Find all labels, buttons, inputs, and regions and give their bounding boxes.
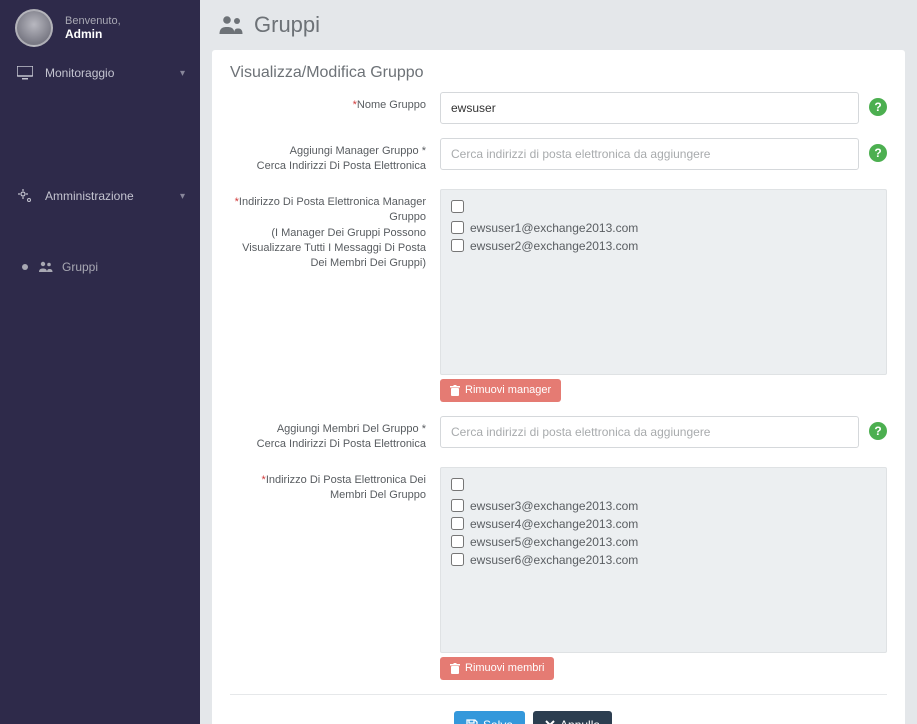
cancel-button[interactable]: Annulla [533, 711, 612, 724]
page-header: Gruppi [200, 0, 917, 44]
button-label: Rimuovi membri [465, 662, 544, 675]
list-item[interactable]: ewsuser5@exchange2013.com [451, 533, 876, 551]
row-member-list: *Indirizzo Di Posta Elettronica Dei Memb… [230, 467, 887, 680]
nav-spacer [0, 214, 200, 250]
bullet-icon [22, 264, 28, 270]
label-subtext: (I Manager Dei Gruppi Possono Visualizza… [230, 226, 426, 272]
manager-listbox[interactable]: ewsuser1@exchange2013.com ewsuser2@excha… [440, 189, 887, 375]
users-icon [38, 261, 54, 273]
list-item[interactable]: ewsuser6@exchange2013.com [451, 551, 876, 569]
add-member-input[interactable] [440, 416, 859, 448]
sidebar-item-groups[interactable]: Gruppi [0, 250, 200, 284]
help-icon[interactable]: ? [869, 422, 887, 440]
list-item[interactable]: ewsuser4@exchange2013.com [451, 515, 876, 533]
trash-icon [450, 385, 460, 396]
footer-buttons: Salva Annulla [230, 695, 887, 724]
item-email: ewsuser5@exchange2013.com [470, 535, 638, 549]
item-checkbox[interactable] [451, 499, 464, 512]
item-checkbox[interactable] [451, 517, 464, 530]
remove-manager-button[interactable]: Rimuovi manager [440, 379, 561, 402]
label-manager-list: *Indirizzo Di Posta Elettronica Manager … [230, 189, 440, 272]
button-label: Rimuovi manager [465, 384, 551, 397]
nav-label: Monitoraggio [45, 66, 114, 80]
gears-icon [15, 188, 35, 204]
item-checkbox[interactable] [451, 535, 464, 548]
monitor-icon [15, 66, 35, 80]
label-group-name: *Nome Gruppo [230, 92, 440, 113]
label-add-manager: Aggiungi Manager Gruppo * Cerca Indirizz… [230, 138, 440, 175]
welcome-label: Benvenuto, [65, 15, 121, 27]
item-email: ewsuser4@exchange2013.com [470, 517, 638, 531]
row-add-member: Aggiungi Membri Del Gruppo * Cerca Indir… [230, 416, 887, 453]
label-text: Aggiungi Membri Del Gruppo * [230, 422, 426, 437]
sidebar: Benvenuto, Admin Monitoraggio ▾ Amminist… [0, 0, 200, 724]
label-text: Aggiungi Manager Gruppo * [230, 144, 426, 159]
save-button[interactable]: Salva [454, 711, 525, 724]
item-email: ewsuser2@exchange2013.com [470, 239, 638, 253]
list-item[interactable]: ewsuser3@exchange2013.com [451, 497, 876, 515]
nav-spacer [0, 90, 200, 178]
panel: Visualizza/Modifica Gruppo *Nome Gruppo … [212, 50, 905, 724]
user-text: Benvenuto, Admin [65, 15, 121, 41]
user-name: Admin [65, 27, 121, 41]
remove-member-button[interactable]: Rimuovi membri [440, 657, 554, 680]
button-label: Annulla [560, 718, 600, 724]
item-email: ewsuser3@exchange2013.com [470, 499, 638, 513]
sidebar-user-block: Benvenuto, Admin [0, 0, 200, 56]
add-manager-input[interactable] [440, 138, 859, 170]
select-all-checkbox[interactable] [451, 478, 464, 491]
label-subtext: Cerca Indirizzi Di Posta Elettronica [230, 437, 426, 452]
select-all-row[interactable] [451, 198, 876, 215]
item-checkbox[interactable] [451, 221, 464, 234]
row-manager-list: *Indirizzo Di Posta Elettronica Manager … [230, 189, 887, 402]
nav-label: Amministrazione [45, 189, 134, 203]
row-add-manager: Aggiungi Manager Gruppo * Cerca Indirizz… [230, 138, 887, 175]
label-text: Nome Gruppo [357, 99, 426, 111]
main-content: Gruppi Visualizza/Modifica Gruppo *Nome … [200, 0, 917, 724]
group-name-input[interactable] [440, 92, 859, 124]
label-subtext: Cerca Indirizzi Di Posta Elettronica [230, 159, 426, 174]
row-group-name: *Nome Gruppo ? [230, 92, 887, 124]
page-title: Gruppi [254, 12, 320, 38]
label-text: Indirizzo Di Posta Elettronica Dei Membr… [266, 474, 426, 501]
label-member-list: *Indirizzo Di Posta Elettronica Dei Memb… [230, 467, 440, 504]
sidebar-item-monitoring[interactable]: Monitoraggio ▾ [0, 56, 200, 90]
trash-icon [450, 663, 460, 674]
item-email: ewsuser1@exchange2013.com [470, 221, 638, 235]
item-checkbox[interactable] [451, 553, 464, 566]
select-all-row[interactable] [451, 476, 876, 493]
member-listbox[interactable]: ewsuser3@exchange2013.com ewsuser4@excha… [440, 467, 887, 653]
item-email: ewsuser6@exchange2013.com [470, 553, 638, 567]
help-icon[interactable]: ? [869, 98, 887, 116]
select-all-checkbox[interactable] [451, 200, 464, 213]
chevron-down-icon: ▾ [180, 191, 185, 202]
close-icon [545, 720, 555, 724]
sidebar-item-administration[interactable]: Amministrazione ▾ [0, 178, 200, 214]
label-text: Indirizzo Di Posta Elettronica Manager G… [239, 196, 426, 223]
list-item[interactable]: ewsuser2@exchange2013.com [451, 237, 876, 255]
users-icon [218, 15, 244, 35]
nav-label: Gruppi [62, 260, 98, 274]
save-icon [466, 719, 478, 724]
chevron-down-icon: ▾ [180, 68, 185, 79]
label-add-member: Aggiungi Membri Del Gruppo * Cerca Indir… [230, 416, 440, 453]
avatar [15, 9, 53, 47]
help-icon[interactable]: ? [869, 144, 887, 162]
list-item[interactable]: ewsuser1@exchange2013.com [451, 219, 876, 237]
button-label: Salva [483, 718, 513, 724]
panel-title: Visualizza/Modifica Gruppo [230, 64, 887, 92]
item-checkbox[interactable] [451, 239, 464, 252]
